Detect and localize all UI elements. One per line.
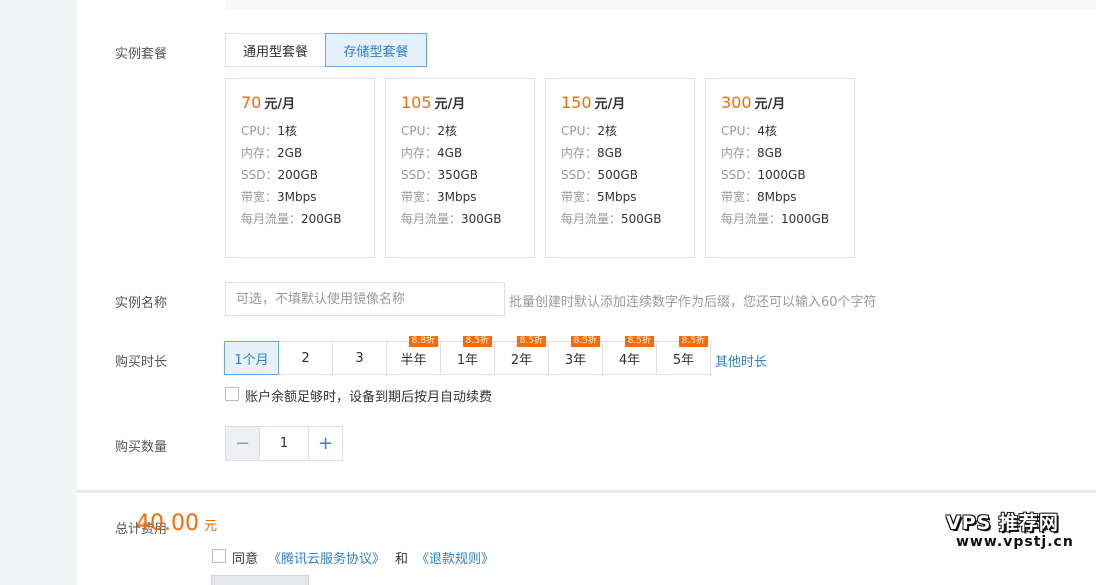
tab-general-plan[interactable]: 通用型套餐 (225, 33, 326, 67)
plan-card-3[interactable]: 150 元/月 CPU：2核 内存：8GB SSD：500GB 带宽：5Mbps … (545, 78, 695, 258)
spec-bandwidth: 带宽：5Mbps (561, 190, 637, 204)
total-unit: 元 (203, 519, 217, 534)
spec-cpu: CPU：1核 (241, 124, 298, 138)
plan-card-2[interactable]: 105 元/月 CPU：2核 内存：4GB SSD：350GB 带宽：3Mbps … (385, 78, 535, 258)
spec-cpu: CPU：4核 (721, 124, 778, 138)
name-label: 实例名称 (115, 296, 168, 311)
plan-card-4[interactable]: 300 元/月 CPU：4核 内存：8GB SSD：1000GB 带宽：8Mbps… (705, 78, 855, 258)
agree-text: 同意 (232, 552, 259, 567)
submit-button[interactable] (211, 575, 309, 585)
spec-cpu: CPU：2核 (401, 124, 458, 138)
spec-bandwidth: 带宽：3Mbps (401, 190, 477, 204)
total-amount: 40.00 (136, 511, 199, 536)
plan-label: 实例套餐 (115, 47, 168, 62)
duration-1-year[interactable]: 1年 8.5折 (440, 336, 495, 375)
other-duration-link[interactable]: 其他时长 (715, 351, 767, 370)
spec-traffic: 每月流量：1000GB (721, 212, 830, 226)
duration-4-years[interactable]: 4年 8.5折 (602, 336, 657, 375)
discount-badge: 8.5折 (678, 336, 708, 347)
discount-badge: 8.5折 (624, 336, 654, 347)
discount-badge: 8.5折 (462, 336, 492, 347)
watermark-url: www.vpstj.cn (956, 534, 1074, 550)
quantity-label: 购买数量 (115, 440, 168, 455)
quantity-input[interactable]: 1 (259, 426, 309, 461)
plan-price-unit: 元/月 (754, 97, 786, 112)
plan-price: 150 (561, 93, 592, 112)
spec-memory: 内存：2GB (241, 146, 303, 160)
discount-badge: 8.5折 (570, 336, 600, 347)
spec-ssd: SSD：200GB (241, 168, 318, 182)
spec-traffic: 每月流量：300GB (401, 212, 502, 226)
plan-price: 70 (241, 93, 262, 112)
agreement-checkbox[interactable] (212, 549, 226, 563)
service-agreement-link[interactable]: 《腾讯云服务协议》 (268, 548, 385, 567)
duration-3-months[interactable]: 3 (332, 341, 387, 375)
duration-half-year[interactable]: 半年 8.8折 (386, 336, 441, 375)
plan-price: 300 (721, 93, 752, 112)
spec-ssd: SSD：500GB (561, 168, 638, 182)
duration-2-years[interactable]: 2年 8.5折 (494, 336, 549, 375)
discount-badge: 8.5折 (516, 336, 546, 347)
total-price: 40.00 元 (136, 511, 217, 536)
spec-traffic: 每月流量：200GB (241, 212, 342, 226)
plan-price-unit: 元/月 (594, 97, 626, 112)
and-text: 和 (395, 552, 409, 567)
plan-price-unit: 元/月 (434, 97, 466, 112)
quantity-decrement-button[interactable]: − (225, 426, 260, 461)
duration-5-years[interactable]: 5年 8.5折 (656, 336, 711, 375)
spec-traffic: 每月流量：500GB (561, 212, 662, 226)
spec-memory: 内存：8GB (561, 146, 623, 160)
auto-renew-label: 账户余额足够时，设备到期后按月自动续费 (245, 390, 493, 405)
plan-price-unit: 元/月 (264, 97, 296, 112)
tab-storage-plan[interactable]: 存储型套餐 (325, 33, 427, 67)
spec-ssd: SSD：1000GB (721, 168, 806, 182)
instance-name-input[interactable] (225, 282, 505, 316)
plan-price: 105 (401, 93, 432, 112)
duration-label: 购买时长 (115, 355, 168, 370)
duration-2-months[interactable]: 2 (278, 341, 333, 375)
spec-memory: 内存：4GB (401, 146, 463, 160)
footer-bar (77, 493, 1096, 585)
quantity-increment-button[interactable]: + (308, 426, 343, 461)
spec-cpu: CPU：2核 (561, 124, 618, 138)
name-hint: 批量创建时默认添加连续数字作为后缀，您还可以输入60个字符 (509, 295, 877, 310)
auto-renew-checkbox[interactable] (225, 387, 239, 401)
spec-bandwidth: 带宽：3Mbps (241, 190, 317, 204)
spec-memory: 内存：8GB (721, 146, 783, 160)
spec-bandwidth: 带宽：8Mbps (721, 190, 797, 204)
watermark-title: VPS 推荐网 (946, 512, 1059, 534)
top-strip (225, 0, 1096, 9)
duration-1-month[interactable]: 1个月 (224, 341, 279, 375)
spec-ssd: SSD：350GB (401, 168, 478, 182)
config-panel: 实例套餐 通用型套餐 存储型套餐 70 元/月 CPU：1核 内存：2GB SSD… (77, 0, 1096, 490)
refund-rules-link[interactable]: 《退款规则》 (416, 548, 494, 567)
duration-3-years[interactable]: 3年 8.5折 (548, 336, 603, 375)
discount-badge: 8.8折 (408, 336, 438, 347)
plan-card-1[interactable]: 70 元/月 CPU：1核 内存：2GB SSD：200GB 带宽：3Mbps 每… (225, 78, 375, 258)
